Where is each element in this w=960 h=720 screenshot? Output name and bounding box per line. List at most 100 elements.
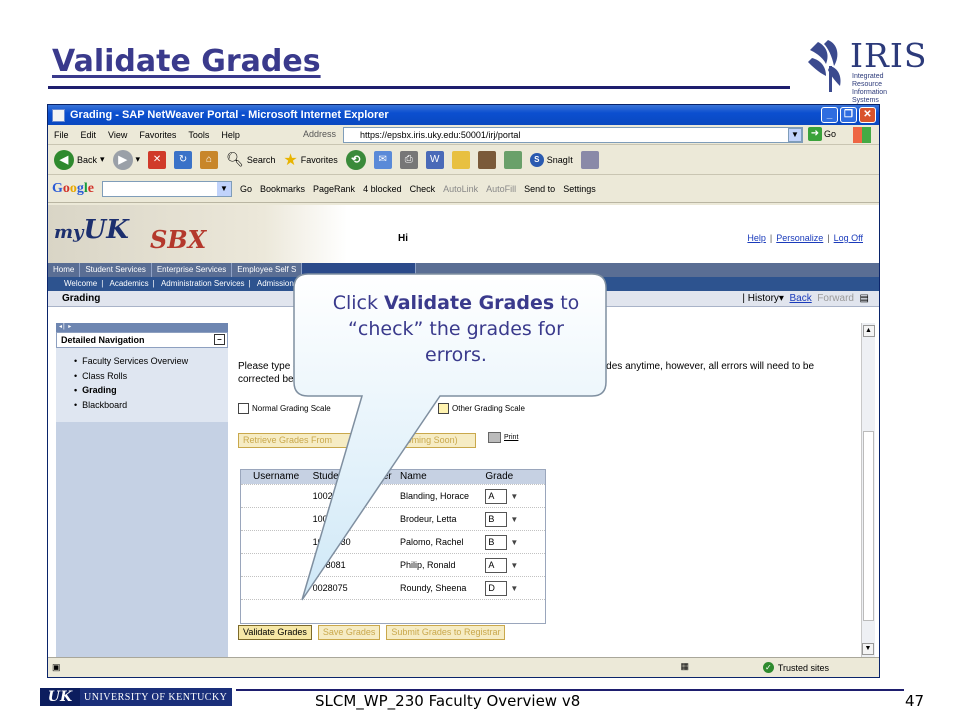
google-pagerank: PageRank (313, 183, 356, 194)
messenger-icon[interactable] (503, 150, 522, 169)
subnav-welcome[interactable]: Welcome (60, 279, 101, 288)
nav-item-blackboard[interactable]: Blackboard (74, 398, 228, 413)
subnav-academics[interactable]: Academics (106, 279, 153, 288)
slide-title: Validate Grades (52, 44, 321, 79)
menu-tools[interactable]: Tools (182, 130, 215, 140)
page-status-icon: ▣ (52, 662, 61, 672)
notes-icon[interactable] (451, 150, 470, 169)
google-settings[interactable]: Settings (563, 184, 596, 194)
tab-home[interactable]: Home (48, 263, 81, 277)
nav-item-class-rolls[interactable]: Class Rolls (74, 369, 228, 384)
detailed-navigation-panel: ◂ ▏▸ Detailed Navigation – Faculty Servi… (56, 323, 228, 657)
edit-icon[interactable]: W (425, 150, 444, 169)
save-grades-button: Save Grades (317, 625, 381, 640)
google-send-to[interactable]: Send to (524, 184, 555, 194)
security-zone: ✓ Trusted sites (762, 662, 829, 673)
nav-collapse-control[interactable]: ◂ ▏▸ (56, 323, 228, 332)
help-link[interactable]: Help (747, 233, 766, 243)
forward-button[interactable]: ▶ ▾ (112, 149, 140, 170)
minimize-icon[interactable]: – (214, 334, 225, 345)
history-links: | History▾ Back Forward ▤ (742, 293, 869, 304)
ie-page-icon (52, 108, 65, 122)
address-label: Address (303, 129, 337, 139)
close-button[interactable]: ✕ (859, 107, 876, 123)
validate-grades-button[interactable]: Validate Grades (238, 625, 312, 640)
uk-logo-mark: UK (40, 688, 80, 706)
google-popups-blocked[interactable]: 4 blocked (363, 184, 402, 194)
page-number: 47 (905, 692, 925, 710)
google-search-dropdown-icon[interactable]: ▼ (217, 181, 231, 196)
scroll-thumb[interactable] (863, 431, 874, 621)
google-autofill[interactable]: AutoFill (486, 184, 516, 194)
snagit-button[interactable]: S SnagIt (529, 152, 573, 167)
subnav-administration-services[interactable]: Administration Services (157, 279, 249, 288)
menu-file[interactable]: File (48, 130, 75, 140)
print-icon[interactable]: ⎙ (399, 150, 418, 169)
status-bar: ▣ ▦ ✓ Trusted sites (48, 657, 879, 677)
minimize-button[interactable]: _ (821, 107, 838, 123)
nav-item-grading[interactable]: Grading (74, 383, 228, 398)
uk-logo-name: UNIVERSITY OF KENTUCKY (84, 691, 228, 703)
scroll-down-icon[interactable]: ▼ (862, 643, 874, 655)
back-button[interactable]: ◀ Back ▾ (54, 149, 105, 170)
mail-icon[interactable]: ✉ (373, 150, 392, 169)
footer-text: SLCM_WP_230 Faculty Overview v8 (315, 692, 581, 710)
favorites-label: Favorites (300, 154, 338, 165)
search-icon: 🔍︎ (226, 151, 244, 167)
research-icon[interactable] (477, 150, 496, 169)
stop-icon[interactable]: ✕ (148, 150, 167, 169)
iris-logo-text: IRIS (850, 36, 928, 75)
refresh-icon[interactable]: ↻ (174, 150, 193, 169)
snagit-icon: S (529, 152, 544, 167)
history-dropdown[interactable]: History (748, 293, 779, 304)
detailed-navigation-title: Detailed Navigation – (56, 332, 228, 348)
go-label: Go (824, 129, 837, 139)
grade-actions: Validate Grades Save Grades Submit Grade… (238, 625, 506, 640)
forward-arrow-icon: ▶ (112, 149, 133, 170)
maximize-button[interactable]: ❐ (840, 107, 857, 123)
standard-toolbar: ◀ Back ▾ ▶ ▾ ✕ ↻ ⌂ 🔍︎ Search ★ Favorites… (48, 145, 879, 175)
address-dropdown-icon[interactable]: ▼ (788, 128, 802, 142)
menu-view[interactable]: View (102, 130, 133, 140)
go-button[interactable]: ➜ Go (808, 127, 836, 141)
callout-text: Click Validate Grades to “check” the gra… (332, 292, 580, 366)
history-icon[interactable]: ⟲ (345, 149, 366, 170)
search-button[interactable]: 🔍︎ Search (226, 151, 275, 168)
back-link[interactable]: Back (790, 293, 812, 304)
favorites-button[interactable]: ★ Favorites (283, 150, 337, 170)
detailed-navigation-list: Faculty Services Overview Class Rolls Gr… (56, 348, 228, 422)
tab-enterprise-services[interactable]: Enterprise Services (152, 263, 233, 277)
google-logo: Google (52, 180, 94, 196)
google-toolbar: Google ▼ Go Bookmarks PageRank 4 blocked… (48, 175, 879, 203)
normal-scale-checkbox[interactable] (238, 403, 249, 414)
back-label: Back (77, 154, 98, 165)
footer-rule (236, 689, 904, 691)
capture-icon[interactable] (580, 150, 599, 169)
tab-student-services[interactable]: Student Services (80, 263, 152, 277)
scroll-up-icon[interactable]: ▲ (862, 325, 875, 337)
search-label: Search (246, 154, 276, 165)
google-search-input[interactable]: ▼ (102, 180, 232, 197)
menu-favorites[interactable]: Favorites (133, 130, 182, 140)
forward-link: Forward (817, 293, 854, 304)
nav-item-faculty-services-overview[interactable]: Faculty Services Overview (74, 354, 228, 369)
google-autolink[interactable]: AutoLink (443, 184, 478, 194)
submit-grades-button: Submit Grades to Registrar (386, 625, 506, 640)
menu-bar: File Edit View Favorites Tools Help Addr… (48, 125, 879, 145)
google-check[interactable]: Check (410, 184, 436, 194)
personalize-link[interactable]: Personalize (776, 233, 823, 243)
logoff-link[interactable]: Log Off (834, 233, 863, 243)
address-bar[interactable]: https://epsbx.iris.uky.edu:50001/irj/por… (343, 127, 803, 143)
zone-icon: ▦ (680, 661, 689, 671)
check-icon: ✓ (762, 662, 774, 673)
back-arrow-icon: ◀ (54, 149, 74, 170)
windows-logo-icon (853, 127, 871, 143)
google-bookmarks[interactable]: Bookmarks (260, 184, 305, 194)
home-icon[interactable]: ⌂ (200, 150, 219, 169)
page-menu-icon[interactable]: ▤ (860, 293, 869, 304)
menu-help[interactable]: Help (215, 130, 246, 140)
vertical-scrollbar[interactable]: ▲ ▼ (861, 323, 875, 657)
menu-edit[interactable]: Edit (75, 130, 103, 140)
google-go[interactable]: Go (240, 184, 252, 194)
snagit-label: SnagIt (546, 154, 573, 165)
